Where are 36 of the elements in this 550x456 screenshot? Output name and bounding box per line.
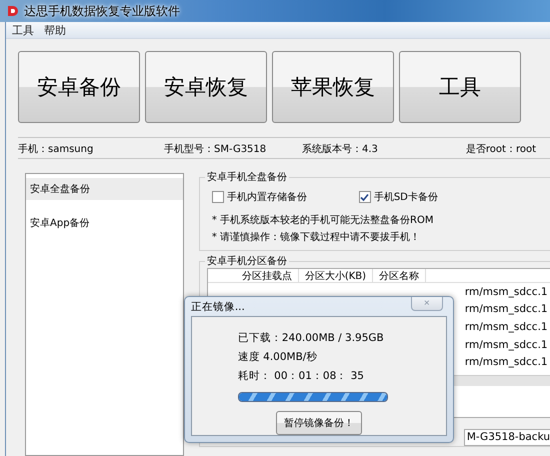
mode-button[interactable]: 工具 [399, 51, 521, 123]
checkbox-label: 手机内置存储备份 [226, 190, 307, 204]
device-info-text: 手机型号：SM-G3518 [164, 142, 268, 156]
group-title: 安卓手机分区备份 [204, 254, 289, 268]
checkbox[interactable] [212, 191, 224, 203]
column-header: 分区大小(KB) [298, 269, 374, 282]
column-header: 分区挂载点 [236, 269, 299, 282]
table-cell: rm/msm_sdcc.1 [464, 286, 548, 298]
checkbox[interactable] [358, 191, 371, 203]
menu-item[interactable]: 帮助 [44, 22, 66, 38]
note-text: * 手机系统版本较老的手机可能无法整盘备份ROM [212, 214, 434, 228]
window-title: 达思手机数据恢复专业版软件 [24, 2, 180, 20]
speed-text: 速度 4.00MB/秒 [238, 350, 318, 365]
checkbox-label: 手机SD卡备份 [374, 190, 438, 204]
mode-button[interactable]: 苹果恢复 [272, 51, 394, 123]
sidebar-item[interactable]: 安卓全盘备份 [26, 178, 183, 200]
device-info-text: 手机：samsung [18, 142, 94, 156]
column-header: 分区名称 [373, 269, 426, 282]
table-cell: rm/msm_sdcc.1 [464, 338, 548, 351]
downloaded-text: 已下载：240.00MB / 3.95GB [238, 331, 384, 346]
device-info-text: 系统版本号：4.3 [302, 142, 379, 156]
note-text: * 请谨慎操作：镜像下载过程中请不要拔手机！ [212, 230, 422, 245]
app-logo-icon [6, 4, 20, 18]
table-cell: rm/msm_sdcc.1 [464, 320, 548, 333]
device-info-text: 是否root：root [466, 143, 536, 156]
table-cell: rm/msm_sdcc.1 [464, 356, 548, 368]
mode-button[interactable]: 安卓恢复 [145, 51, 267, 123]
pause-button[interactable]: 暂停镜像备份！ [276, 411, 362, 435]
mode-button[interactable]: 安卓备份 [18, 51, 140, 123]
dialog-title: 正在镜像... [190, 300, 245, 315]
group-title: 安卓手机全盘备份 [204, 170, 289, 184]
elapsed-text: 耗时： 00：01：08： 35 [238, 369, 364, 384]
path-field[interactable]: M-G3518-backu [464, 429, 550, 446]
sidebar-item[interactable]: 安卓App备份 [26, 212, 183, 234]
table-cell: rm/msm_sdcc.1 [464, 303, 548, 316]
menu-item[interactable]: 工具 [12, 22, 34, 38]
